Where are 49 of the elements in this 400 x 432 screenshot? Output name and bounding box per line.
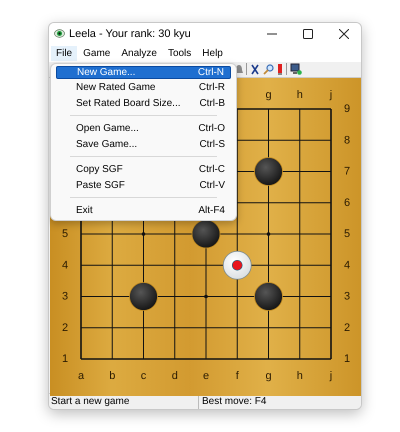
coordinate-label: h: [296, 88, 303, 101]
coordinate-label: j: [330, 370, 332, 382]
coordinate-label: e: [202, 370, 210, 382]
coordinate-label: 4: [62, 258, 68, 271]
coordinate-label: g: [265, 370, 272, 382]
coordinate-label: 3: [344, 290, 350, 302]
x-mark-icon[interactable]: [250, 64, 260, 75]
coordinate-label: 1: [62, 352, 68, 365]
coordinate-label: 2: [62, 321, 68, 334]
menu-option[interactable]: Copy SGF Ctrl-C: [56, 162, 231, 176]
menu-option[interactable]: Paste SGF Ctrl-V: [56, 178, 231, 192]
coordinate-label: 3: [62, 290, 68, 302]
menu-option[interactable]: New Game... Ctrl-N: [56, 66, 231, 79]
coordinate-label: 4: [344, 258, 350, 271]
coordinate-label: 1: [344, 352, 350, 365]
monitor-icon[interactable]: [290, 63, 302, 76]
menu-option[interactable]: Exit Alt-F4: [56, 204, 231, 216]
coordinate-label: 6: [344, 196, 350, 208]
coordinate-label: a: [78, 370, 84, 382]
menu-item[interactable]: Tools: [162, 46, 196, 61]
coordinate-label: 8: [344, 134, 350, 146]
eye-icon: [54, 29, 65, 38]
menu-item[interactable]: Help: [197, 46, 228, 61]
window-title: Leela - Your rank: 30 kyu: [69, 26, 191, 42]
coordinate-label: 2: [344, 321, 350, 334]
magnifier-icon[interactable]: [263, 64, 274, 75]
maximize-icon[interactable]: [303, 28, 313, 39]
close-icon[interactable]: [339, 28, 349, 39]
coordinate-label: j: [330, 88, 332, 101]
status-text: Best move: F4: [202, 395, 266, 409]
coordinate-label: c: [140, 370, 146, 382]
menu-option[interactable]: New Rated Game Ctrl-R: [56, 80, 231, 94]
menu-item[interactable]: Analyze: [116, 46, 162, 61]
coordinate-label: d: [172, 370, 178, 382]
coordinate-label: 9: [344, 102, 350, 115]
coordinate-label: g: [265, 88, 272, 101]
menu-item[interactable]: Game: [78, 46, 116, 61]
menu-option[interactable]: Save Game... Ctrl-S: [56, 138, 231, 150]
coordinate-label: b: [109, 370, 116, 382]
menu-item[interactable]: File: [51, 46, 78, 61]
coordinate-label: 5: [344, 228, 350, 240]
coordinate-label: 5: [62, 228, 68, 240]
flag-icon[interactable]: [277, 63, 283, 76]
menu-option[interactable]: Open Game... Ctrl-O: [56, 122, 231, 134]
coordinate-label: 7: [344, 165, 350, 178]
coordinate-label: f: [236, 370, 239, 382]
coordinate-label: h: [296, 370, 303, 382]
menu-option[interactable]: Set Rated Board Size... Ctrl-B: [56, 96, 231, 110]
status-text: Start a new game: [51, 395, 130, 409]
